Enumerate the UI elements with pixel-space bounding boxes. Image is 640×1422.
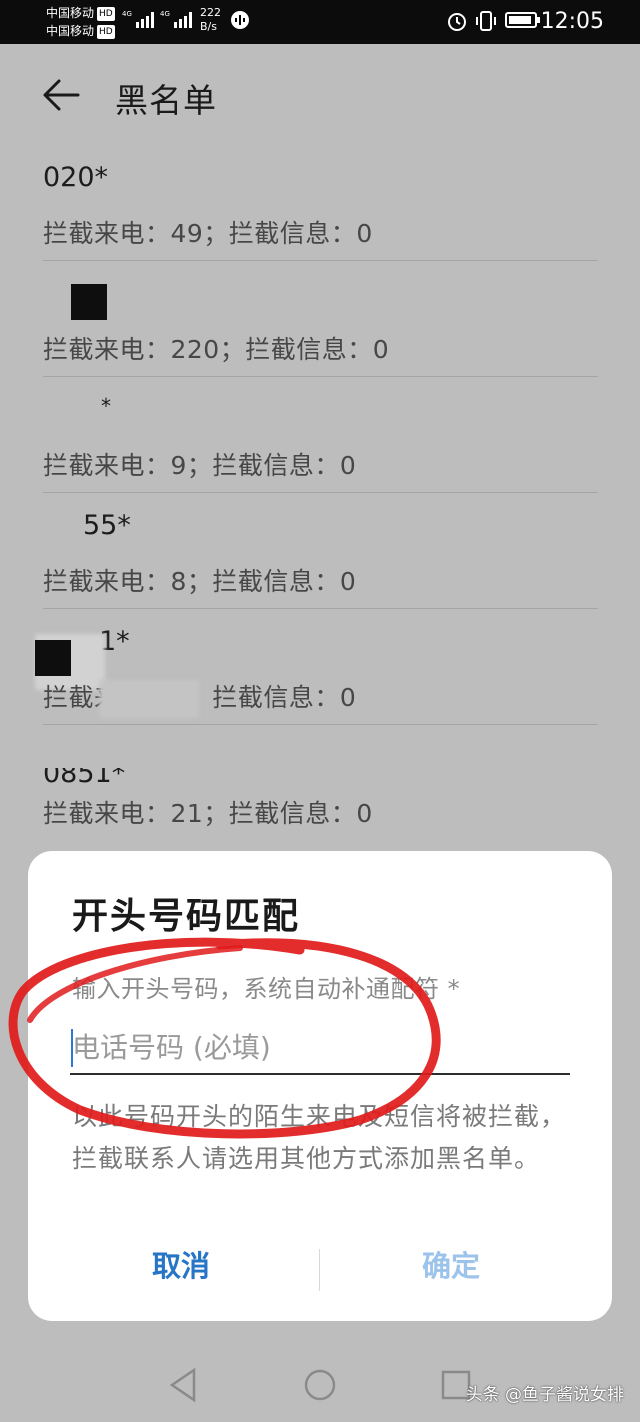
net-speed-value: 222 [200, 6, 221, 19]
prefix-match-dialog: 开头号码匹配 输入开头号码，系统自动补通配符 * 以此号码开头的陌生来电及短信将… [28, 851, 612, 1321]
dialog-title: 开头号码匹配 [72, 896, 301, 937]
net-type-label: 4G [122, 10, 132, 18]
redaction-blur [99, 680, 199, 718]
blacklist-item[interactable]: 55* 拦截来电：8；拦截信息：0 [43, 492, 598, 609]
blacklist-item[interactable]: * 拦截来电：9；拦截信息：0 [43, 376, 598, 493]
item-stats: 拦截来电：8；拦截信息：0 [43, 567, 357, 596]
carrier-2-label: 中国移动 [46, 24, 95, 38]
item-number: 55* [83, 510, 131, 541]
button-divider [319, 1249, 320, 1291]
hd-badge: HD [97, 7, 115, 21]
net-speed-unit: B/s [200, 20, 217, 33]
blacklist-item[interactable]: 拦截来电：220；拦截信息：0 [43, 260, 598, 377]
input-hint: 输入开头号码，系统自动补通配符 * [72, 975, 461, 1003]
item-stats: 拦截来电：49；拦截信息：0 [43, 219, 373, 248]
text-caret [71, 1029, 73, 1067]
redaction-mask [35, 640, 71, 676]
confirm-button[interactable]: 确定 [422, 1243, 480, 1285]
page-title: 黑名单 [115, 81, 217, 120]
nav-home-icon[interactable] [304, 1369, 336, 1401]
blacklist-item[interactable]: 0851* 拦截来电：21；拦截信息：0 [43, 724, 598, 840]
nav-back-icon[interactable] [169, 1367, 196, 1403]
item-number: 020* [43, 162, 109, 193]
hd-badge: HD [97, 25, 115, 39]
item-number: * [101, 394, 111, 418]
item-number: 0851* [43, 758, 126, 789]
item-stats: 拦截来电：9；拦截信息：0 [43, 451, 357, 480]
redaction-mask [71, 284, 107, 320]
net-speed: 222 B/s [200, 6, 221, 34]
blacklist-item[interactable]: 1* 拦截来电：7；拦截信息：0 [35, 608, 598, 725]
blacklist-item[interactable]: 020* 拦截来电：49；拦截信息：0 [43, 144, 598, 261]
signal-icon: 4G [160, 10, 192, 28]
item-stats: 拦截来电：7；拦截信息：0 [43, 683, 357, 712]
alarm-icon [448, 13, 466, 31]
battery-icon [505, 12, 540, 28]
status-bar: 中国移动 HD 中国移动 HD 4G 4G 222 B/s 12:05 [0, 0, 640, 44]
carrier-1: 中国移动 HD [46, 6, 115, 21]
item-stats: 拦截来电：21；拦截信息：0 [43, 799, 373, 828]
clock: 12:05 [540, 9, 604, 34]
carrier-1-label: 中国移动 [46, 6, 95, 20]
back-arrow-icon[interactable] [42, 78, 82, 112]
vibrate-icon [476, 11, 496, 31]
phone-number-input[interactable] [70, 1021, 570, 1075]
carrier-2: 中国移动 HD [46, 24, 115, 39]
cancel-button[interactable]: 取消 [152, 1243, 210, 1285]
item-stats: 拦截来电：220；拦截信息：0 [43, 335, 390, 364]
signal-icon: 4G [122, 10, 154, 28]
dialog-description: 以此号码开头的陌生来电及短信将被拦截，拦截联系人请选用其他方式添加黑名单。 [72, 1102, 567, 1173]
net-type-label: 4G [160, 10, 170, 18]
audio-wave-icon [231, 11, 249, 29]
watermark: 头条 @鱼子酱说女排 [465, 1385, 624, 1405]
